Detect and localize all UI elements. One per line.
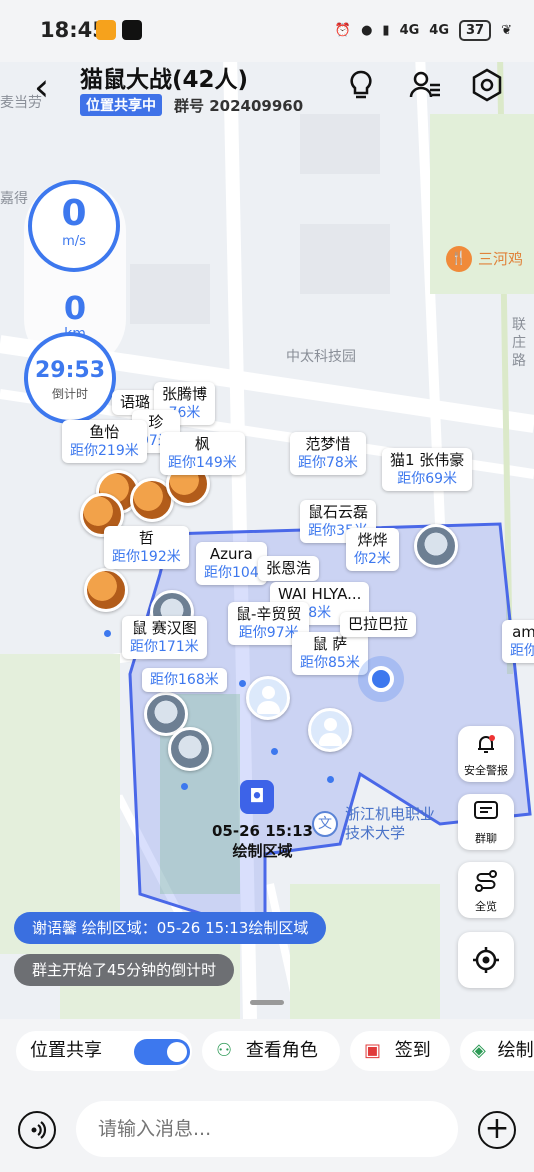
distance-value: 0	[63, 289, 87, 327]
signal-2: 4G	[429, 23, 449, 38]
voice-icon	[31, 1121, 47, 1139]
player-avatar[interactable]	[308, 708, 352, 752]
location-share-toggle[interactable]	[134, 1039, 190, 1065]
poi-restaurant-label[interactable]: 三河鸡	[478, 248, 523, 269]
locate-me-button[interactable]	[458, 932, 514, 988]
app-notification-icon	[96, 20, 116, 40]
poi-label: 联庄路	[512, 317, 526, 369]
player-avatar[interactable]	[84, 568, 128, 612]
player-avatar[interactable]	[246, 676, 290, 720]
player-dot	[271, 748, 278, 755]
checkin-button[interactable]: ▣ 签到	[350, 1031, 450, 1071]
player-label[interactable]: Azura 距你104	[196, 542, 267, 585]
location-icon: ●	[361, 23, 373, 38]
message-composer: +	[0, 1087, 534, 1172]
bottom-panel: 位置共享 ⚇ 查看角色 ▣ 签到 ◈ 绘制 +	[0, 1019, 534, 1172]
player-avatar[interactable]	[414, 524, 458, 568]
player-label[interactable]: 鱼怡 距你219米	[62, 420, 147, 463]
speed-unit: m/s	[62, 234, 86, 249]
my-location-marker	[368, 666, 394, 692]
drawn-area-caption: 05-26 15:13 绘制区域	[212, 821, 313, 861]
poi-label: 嘉得	[0, 191, 28, 207]
countdown-label: 倒计时	[51, 387, 88, 401]
tiktok-icon	[122, 20, 142, 40]
calendar-icon: ▣	[364, 1040, 382, 1061]
school-icon[interactable]: 文	[312, 811, 338, 837]
player-label[interactable]: 鼠 赛汉图 距你171米	[122, 616, 207, 659]
player-dot	[181, 783, 188, 790]
player-label[interactable]: 烨烨 你2米	[346, 528, 399, 571]
poi-label: 中太科技园	[286, 349, 356, 365]
player-label[interactable]: 枫距你149米	[160, 432, 245, 475]
app-header: ‹ 猫鼠大战(42人) 位置共享中 群号 202409960	[0, 54, 534, 124]
roles-icon: ⚇	[216, 1040, 233, 1061]
lightbulb-icon[interactable]	[344, 68, 378, 102]
overview-button[interactable]: 全览	[458, 862, 514, 918]
player-label[interactable]: 距你168米	[142, 668, 227, 692]
speed-ring: 0 m/s	[28, 180, 120, 272]
bell-icon	[478, 735, 495, 753]
drag-handle[interactable]	[250, 1000, 284, 1005]
add-attachment-button[interactable]: +	[478, 1111, 516, 1149]
drawn-area-marker[interactable]: ◘	[240, 780, 274, 814]
timer-notice-toast: 群主开始了45分钟的倒计时	[14, 954, 235, 986]
player-dot	[104, 630, 111, 637]
share-status-badge: 位置共享中	[80, 94, 162, 116]
voice-input-button[interactable]	[18, 1111, 56, 1149]
route-icon	[475, 870, 497, 892]
restaurant-icon[interactable]: 🍴	[446, 246, 472, 272]
signal-1: 4G	[399, 23, 420, 38]
page-title: 猫鼠大战(42人)	[80, 67, 249, 93]
back-button[interactable]: ‹	[34, 68, 49, 106]
player-label[interactable]: 巴拉巴拉	[340, 612, 417, 637]
player-dot	[239, 680, 246, 687]
battery-indicator: 37	[459, 20, 492, 41]
view-roles-button[interactable]: ⚇ 查看角色	[202, 1031, 340, 1071]
leaf-icon: ❦	[501, 23, 512, 38]
vibrate-icon: ▮	[382, 23, 390, 38]
player-label[interactable]: 张恩浩	[258, 556, 320, 581]
player-dot	[327, 776, 334, 783]
player-label[interactable]: 哲距你192米	[104, 526, 189, 569]
drawn-area-label: 绘制区域	[232, 842, 293, 860]
crosshair-icon	[473, 947, 499, 973]
alarm-clock-icon: ⏰	[334, 23, 352, 38]
countdown-timer: 29:53 倒计时	[24, 332, 116, 424]
group-chat-button[interactable]: 群聊	[458, 794, 514, 850]
group-number: 群号 202409960	[174, 97, 304, 115]
members-icon[interactable]	[408, 68, 442, 102]
player-label[interactable]: am 距你	[502, 620, 534, 663]
location-share-label: 位置共享	[30, 1040, 102, 1061]
player-label[interactable]: 鼠 萨距你85米	[292, 632, 368, 675]
drawn-area-time: 05-26 15:13	[212, 822, 313, 840]
message-input[interactable]	[76, 1101, 458, 1157]
area-notice-toast: 谢语馨 绘制区域：05-26 15:13绘制区域	[14, 912, 327, 944]
player-label[interactable]: 范梦惜 距你78米	[290, 432, 366, 475]
settings-icon[interactable]	[470, 68, 504, 102]
draw-area-button[interactable]: ◈ 绘制	[460, 1031, 534, 1071]
countdown-value: 29:53	[34, 358, 106, 383]
player-label[interactable]: 猫1 张伟豪 距你69米	[382, 448, 473, 491]
status-bar: 18:45 ⏰ ● ▮ 4G 4G 37 ❦	[0, 0, 534, 62]
draw-icon: ◈	[472, 1040, 486, 1061]
poi-school-label[interactable]: 浙江机电职业技术大学	[345, 805, 441, 843]
speed-value: 0	[61, 193, 87, 234]
player-avatar[interactable]	[168, 727, 212, 771]
location-share-toggle-row[interactable]: 位置共享	[16, 1031, 192, 1071]
chat-icon	[474, 801, 498, 819]
safety-alarm-button[interactable]: 安全警报	[458, 726, 514, 782]
